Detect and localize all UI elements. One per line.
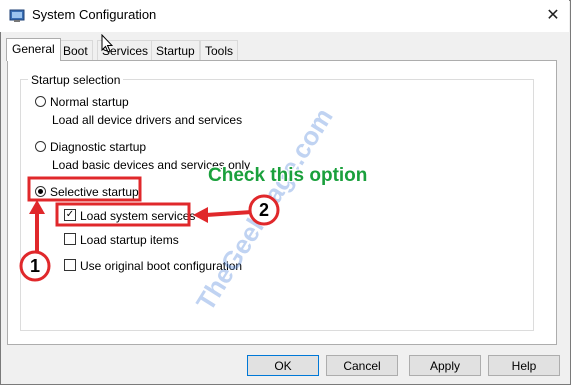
mouse-cursor-icon [101,34,113,53]
selective-startup-highlight [27,176,142,202]
badge-2-label: 2 [258,200,269,220]
arrow-2-shaft [205,210,253,217]
arrow-1-head [29,200,45,214]
load-system-services-highlight [55,202,191,227]
badge-1-label: 1 [29,256,40,276]
callout-text: Check this option [208,165,368,186]
arrow-2-head [193,207,208,223]
annotation-overlay [19,176,280,282]
